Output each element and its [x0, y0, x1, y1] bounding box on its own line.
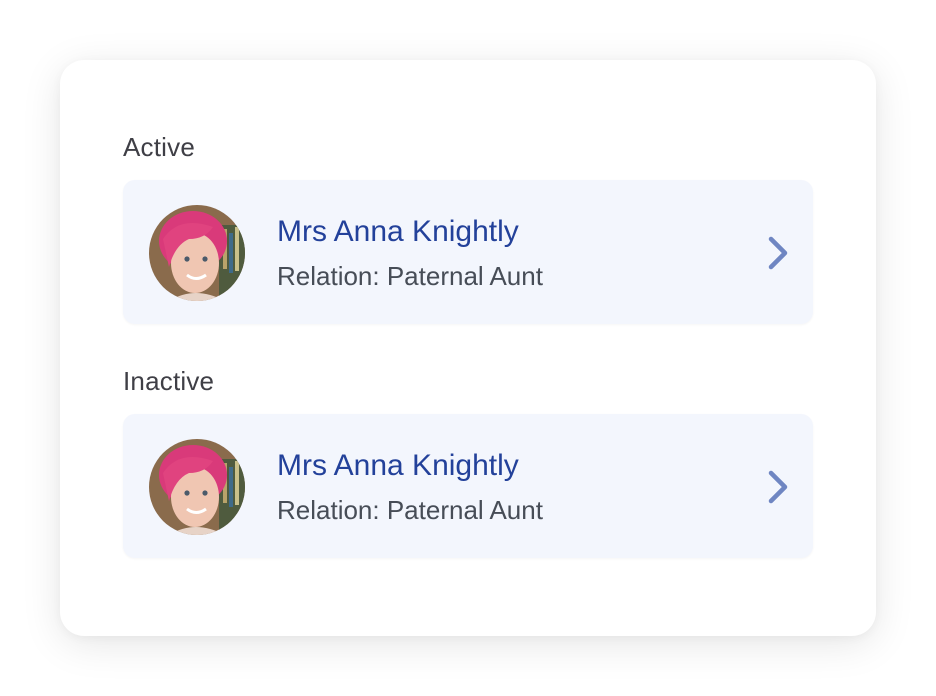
avatar [149, 439, 245, 535]
chevron-right-icon[interactable] [765, 470, 791, 504]
relations-card: Active Mrs Anna Knightly Relation: Pater… [60, 60, 876, 636]
contact-row-active[interactable]: Mrs Anna Knightly Relation: Paternal Aun… [123, 180, 813, 324]
contact-relation: Relation: Paternal Aunt [277, 495, 543, 525]
contact-name: Mrs Anna Knightly [277, 215, 519, 248]
section-label-inactive: Inactive [123, 366, 215, 396]
contact-name: Mrs Anna Knightly [277, 449, 519, 482]
chevron-right-icon[interactable] [765, 236, 791, 270]
section-label-active: Active [123, 132, 196, 162]
contact-row-inactive[interactable]: Mrs Anna Knightly Relation: Paternal Aun… [123, 414, 813, 558]
contact-relation: Relation: Paternal Aunt [277, 261, 543, 291]
avatar [149, 205, 245, 301]
